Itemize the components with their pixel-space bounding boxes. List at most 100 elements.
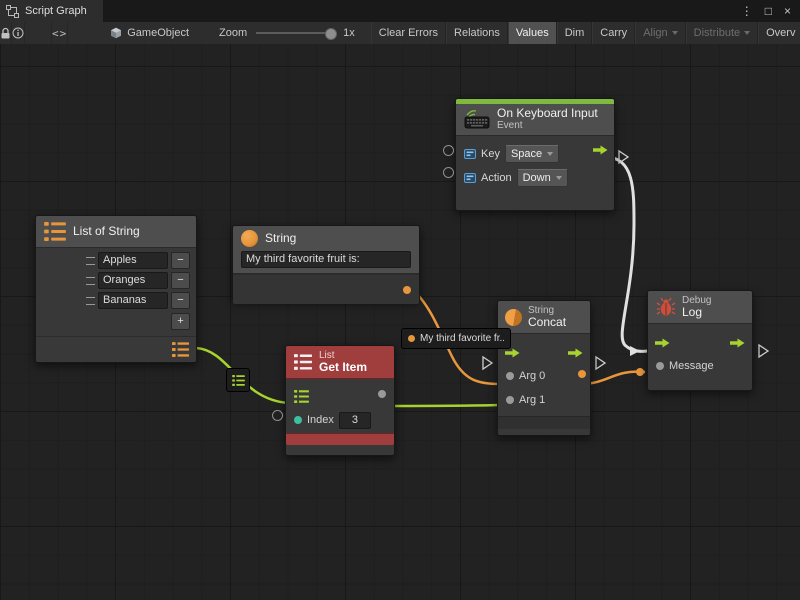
node-title: Get Item bbox=[319, 361, 367, 374]
key-icon bbox=[464, 172, 476, 184]
graph-toolbar: <> GameObject Zoom 1x Clear Errors Relat… bbox=[0, 22, 800, 45]
index-input-port[interactable] bbox=[294, 416, 302, 424]
arg0-label: Arg 0 bbox=[519, 370, 545, 382]
list-input-port[interactable] bbox=[294, 390, 309, 403]
close-icon[interactable]: × bbox=[784, 0, 791, 22]
drag-handle-icon[interactable] bbox=[86, 277, 95, 285]
remove-item-button[interactable]: − bbox=[171, 272, 190, 289]
flow-wire-arrowhead bbox=[630, 346, 640, 356]
dim-toggle-button[interactable]: Dim bbox=[557, 22, 593, 44]
chevron-down-icon bbox=[547, 152, 553, 156]
node-title: List of String bbox=[73, 225, 140, 238]
lock-button[interactable] bbox=[0, 22, 12, 44]
node-concat[interactable]: String Concat Arg 0 Arg 1 bbox=[497, 300, 591, 436]
list-output-port[interactable] bbox=[172, 342, 189, 357]
list-item-input[interactable]: Apples bbox=[98, 252, 168, 269]
node-on-keyboard-input[interactable]: On Keyboard Input Event Key Space bbox=[455, 98, 615, 211]
list-icon bbox=[232, 375, 245, 386]
values-toggle-button[interactable]: Values bbox=[508, 22, 557, 44]
tab-title: Script Graph bbox=[25, 5, 87, 17]
key-dropdown[interactable]: Space bbox=[505, 145, 559, 163]
node-title: Concat bbox=[528, 316, 566, 329]
zoom-slider[interactable] bbox=[256, 32, 334, 34]
node-string-literal[interactable]: String My third favorite fruit is: bbox=[232, 225, 420, 301]
tab-script-graph[interactable]: Script Graph bbox=[0, 0, 103, 22]
code-icon: <> bbox=[52, 27, 67, 40]
wire-value-text: My third favorite fr... bbox=[420, 333, 504, 344]
add-item-button[interactable]: + bbox=[171, 313, 190, 330]
clear-errors-button[interactable]: Clear Errors bbox=[371, 22, 446, 44]
item-output-port[interactable] bbox=[378, 390, 386, 398]
distribute-dropdown-button[interactable]: Distribute bbox=[686, 22, 758, 44]
overview-button[interactable]: Overv bbox=[758, 22, 800, 44]
graph-canvas[interactable]: List of String Apples − Oranges − Banana… bbox=[0, 44, 800, 600]
script-graph-icon bbox=[6, 5, 19, 18]
node-subtitle: Event bbox=[497, 120, 598, 131]
arg1-label: Arg 1 bbox=[519, 394, 545, 406]
string-icon bbox=[505, 309, 522, 326]
node-debug-log[interactable]: Debug Log Message bbox=[647, 290, 753, 391]
drag-handle-icon[interactable] bbox=[86, 297, 95, 305]
maximize-icon[interactable]: □ bbox=[765, 0, 772, 22]
info-button[interactable] bbox=[12, 22, 25, 44]
zoom-slider-handle[interactable] bbox=[325, 28, 337, 40]
message-label: Message bbox=[669, 360, 714, 372]
list-item-row: Bananas − bbox=[86, 292, 190, 309]
node-list-of-string[interactable]: List of String Apples − Oranges − Banana… bbox=[35, 215, 197, 363]
gameobject-label: GameObject bbox=[127, 27, 189, 39]
keyboard-icon bbox=[464, 109, 490, 129]
chevron-down-icon bbox=[672, 31, 678, 35]
index-port-indicator[interactable] bbox=[272, 410, 283, 421]
align-dropdown-button[interactable]: Align bbox=[635, 22, 685, 44]
flow-input-port[interactable] bbox=[505, 348, 520, 358]
result-output-port[interactable] bbox=[578, 370, 586, 378]
relations-button[interactable]: Relations bbox=[446, 22, 508, 44]
flow-input-port[interactable] bbox=[655, 338, 670, 348]
node-title: On Keyboard Input bbox=[497, 107, 598, 120]
string-output-port[interactable] bbox=[403, 286, 411, 294]
gameobject-icon bbox=[110, 27, 122, 39]
wire-value-tooltip: My third favorite fr... bbox=[401, 328, 511, 349]
chevron-down-icon bbox=[744, 31, 750, 35]
arg0-input-port[interactable] bbox=[506, 372, 514, 380]
action-port-indicator[interactable] bbox=[443, 167, 454, 178]
flow-output-port[interactable] bbox=[593, 145, 608, 155]
list-item-input[interactable]: Bananas bbox=[98, 292, 168, 309]
zoom-control: Zoom 1x bbox=[219, 27, 355, 39]
message-input-port[interactable] bbox=[656, 362, 664, 370]
index-input[interactable]: 3 bbox=[339, 412, 371, 429]
flow-marker-concat-in bbox=[483, 357, 492, 369]
flow-output-port[interactable] bbox=[730, 338, 745, 348]
arg1-input-port[interactable] bbox=[506, 396, 514, 404]
flow-marker-concat-out bbox=[596, 357, 605, 369]
wire-getitem-to-concat[interactable] bbox=[378, 405, 500, 406]
remove-item-button[interactable]: − bbox=[171, 292, 190, 309]
action-label: Action bbox=[481, 172, 512, 184]
key-label: Key bbox=[481, 148, 500, 160]
gameobject-reference[interactable]: GameObject bbox=[110, 27, 189, 39]
list-item-row: Apples − bbox=[86, 252, 190, 269]
code-view-button[interactable]: <> bbox=[51, 22, 68, 44]
carry-toggle-button[interactable]: Carry bbox=[592, 22, 635, 44]
wire-value-badge bbox=[226, 368, 250, 392]
key-port-indicator[interactable] bbox=[443, 145, 454, 156]
window-menu-icon[interactable]: ⋮ bbox=[741, 0, 753, 22]
zoom-value: 1x bbox=[343, 27, 355, 39]
unit-color-strip bbox=[286, 433, 394, 445]
drag-handle-icon[interactable] bbox=[86, 257, 95, 265]
wire-endpoint-dot bbox=[636, 368, 644, 376]
window-tab-bar: Script Graph ⋮ □ × bbox=[0, 0, 800, 22]
list-item-input[interactable]: Oranges bbox=[98, 272, 168, 289]
index-label: Index bbox=[307, 414, 334, 426]
lock-icon bbox=[0, 27, 11, 40]
unity-script-graph-window: { "window": { "tab": "Script Graph", "co… bbox=[0, 0, 800, 600]
flow-output-port[interactable] bbox=[568, 348, 583, 358]
node-get-item[interactable]: List Get Item Index 3 bbox=[285, 345, 395, 456]
remove-item-button[interactable]: − bbox=[171, 252, 190, 269]
window-controls: ⋮ □ × bbox=[741, 0, 800, 22]
string-value-input[interactable]: My third favorite fruit is: bbox=[241, 251, 411, 268]
flow-marker-log-out bbox=[759, 345, 768, 357]
action-dropdown[interactable]: Down bbox=[517, 169, 568, 187]
string-value-dot bbox=[408, 335, 415, 342]
bug-icon bbox=[656, 297, 676, 317]
